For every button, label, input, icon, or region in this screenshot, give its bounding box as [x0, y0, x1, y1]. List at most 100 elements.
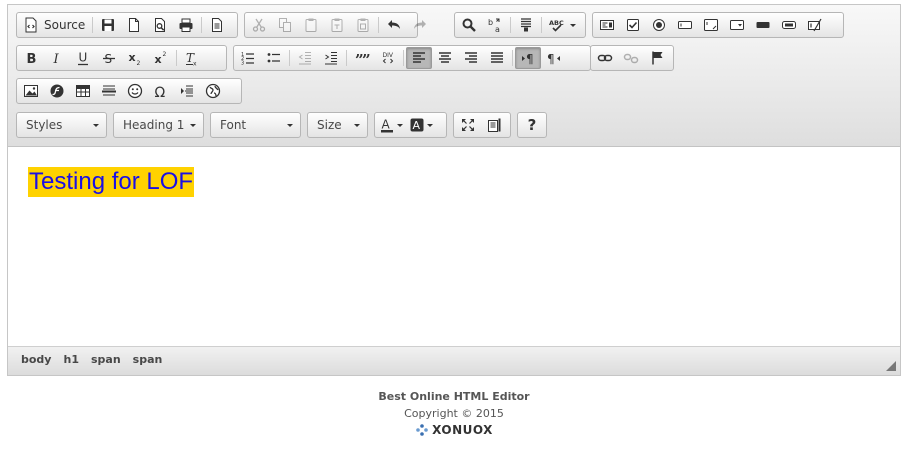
chevron-down-icon: [570, 23, 576, 27]
font-dropdown[interactable]: Font: [210, 112, 301, 138]
content-heading[interactable]: Testing for LOF: [28, 167, 195, 197]
status-bar: body h1 span span: [8, 346, 900, 375]
anchor-button[interactable]: [644, 47, 670, 69]
strikethrough-button[interactable]: S: [96, 47, 122, 69]
links-group: [590, 45, 674, 71]
chevron-down-icon: [427, 123, 433, 127]
justify-button[interactable]: [484, 47, 510, 69]
forms-group: [592, 12, 844, 38]
font-label: Font: [220, 118, 247, 132]
help-button[interactable]: ?: [519, 114, 545, 136]
source-button[interactable]: Source: [18, 14, 90, 36]
link-button[interactable]: [592, 47, 618, 69]
show-blocks-button[interactable]: [481, 114, 507, 136]
svg-text:a: a: [495, 25, 500, 33]
blockquote-button[interactable]: ””: [349, 47, 375, 69]
bold-button[interactable]: B: [18, 47, 44, 69]
bg-color-button[interactable]: A: [406, 114, 436, 136]
basic-styles-group: B I U S x2 x2 Tx: [16, 45, 227, 71]
image-button[interactable]: [18, 80, 44, 102]
hidden-field-button[interactable]: [802, 14, 828, 36]
svg-text:x: x: [193, 61, 197, 67]
superscript-button[interactable]: x2: [148, 47, 174, 69]
remove-format-button[interactable]: Tx: [179, 47, 205, 69]
spellcheck-button[interactable]: ABC: [544, 14, 581, 36]
iframe-button[interactable]: [200, 80, 226, 102]
special-char-button[interactable]: Ω: [148, 80, 174, 102]
image-icon: [24, 85, 38, 97]
horizontal-rule-button[interactable]: [96, 80, 122, 102]
bg-color-icon: A: [410, 118, 424, 132]
templates-button[interactable]: [204, 14, 230, 36]
italic-button[interactable]: I: [44, 47, 70, 69]
align-left-button[interactable]: [406, 47, 432, 69]
format-dropdown[interactable]: Heading 1: [113, 112, 204, 138]
paste-icon: [305, 18, 317, 32]
maximize-button[interactable]: [455, 114, 481, 136]
paste-text-button[interactable]: [324, 14, 350, 36]
show-blocks-icon: [488, 118, 501, 132]
path-item-span-inner[interactable]: span: [127, 353, 169, 366]
table-button[interactable]: [70, 80, 96, 102]
chevron-down-icon: [287, 123, 293, 127]
outdent-button[interactable]: [292, 47, 318, 69]
resize-grip-icon[interactable]: [886, 361, 896, 371]
size-dropdown[interactable]: Size: [307, 112, 368, 138]
undo-button[interactable]: [381, 14, 407, 36]
form-button[interactable]: [594, 14, 620, 36]
xonuox-logo-icon: [416, 424, 428, 436]
editor-toolbar: Source ba ABC B I U x 2 x 2 T x 1 2 3 ” …: [8, 5, 900, 147]
redo-button[interactable]: [407, 14, 433, 36]
styles-dropdown[interactable]: Styles: [16, 112, 107, 138]
path-item-span[interactable]: span: [85, 353, 127, 366]
textfield-button[interactable]: [672, 14, 698, 36]
align-center-button[interactable]: [432, 47, 458, 69]
text-direction-rtl-button[interactable]: ¶: [541, 47, 567, 69]
textarea-button[interactable]: [698, 14, 724, 36]
replace-button[interactable]: ba: [482, 14, 508, 36]
save-button[interactable]: [95, 14, 121, 36]
cut-icon: [252, 18, 266, 32]
page-break-button[interactable]: [174, 80, 200, 102]
paste-word-button[interactable]: [350, 14, 376, 36]
select-field-button[interactable]: [724, 14, 750, 36]
editing-area[interactable]: Testing for LOF: [8, 147, 900, 347]
checkbox-button[interactable]: [620, 14, 646, 36]
div-container-button[interactable]: DIV: [375, 47, 401, 69]
select-all-button[interactable]: [513, 14, 539, 36]
unlink-button[interactable]: [618, 47, 644, 69]
smiley-button[interactable]: [122, 80, 148, 102]
text-direction-ltr-button[interactable]: ¶: [515, 47, 541, 69]
separator: [512, 50, 513, 66]
document-group: Source: [16, 12, 238, 38]
text-color-button[interactable]: A: [376, 114, 406, 136]
table-icon: [76, 85, 90, 97]
link-icon: [597, 54, 613, 62]
paste-button[interactable]: [298, 14, 324, 36]
source-icon: [25, 17, 37, 33]
path-item-body[interactable]: body: [15, 353, 57, 366]
image-button-button[interactable]: [776, 14, 802, 36]
div-icon: DIV: [383, 52, 394, 64]
cut-button[interactable]: [246, 14, 272, 36]
svg-text:I: I: [53, 52, 60, 66]
radio-button[interactable]: [646, 14, 672, 36]
chevron-down-icon: [397, 123, 403, 127]
copy-button[interactable]: [272, 14, 298, 36]
new-page-button[interactable]: [121, 14, 147, 36]
bulleted-list-button[interactable]: [261, 47, 287, 69]
flash-button[interactable]: [44, 80, 70, 102]
find-button[interactable]: [456, 14, 482, 36]
subscript-button[interactable]: x2: [122, 47, 148, 69]
underline-button[interactable]: U: [70, 47, 96, 69]
paste-word-icon: [357, 18, 369, 32]
print-button[interactable]: [173, 14, 199, 36]
button-field-button[interactable]: [750, 14, 776, 36]
indent-button[interactable]: [318, 47, 344, 69]
path-item-h1[interactable]: h1: [57, 353, 85, 366]
size-label: Size: [317, 118, 342, 132]
numbered-list-icon: 123: [241, 52, 254, 66]
preview-button[interactable]: [147, 14, 173, 36]
align-right-button[interactable]: [458, 47, 484, 69]
numbered-list-button[interactable]: 123: [235, 47, 261, 69]
